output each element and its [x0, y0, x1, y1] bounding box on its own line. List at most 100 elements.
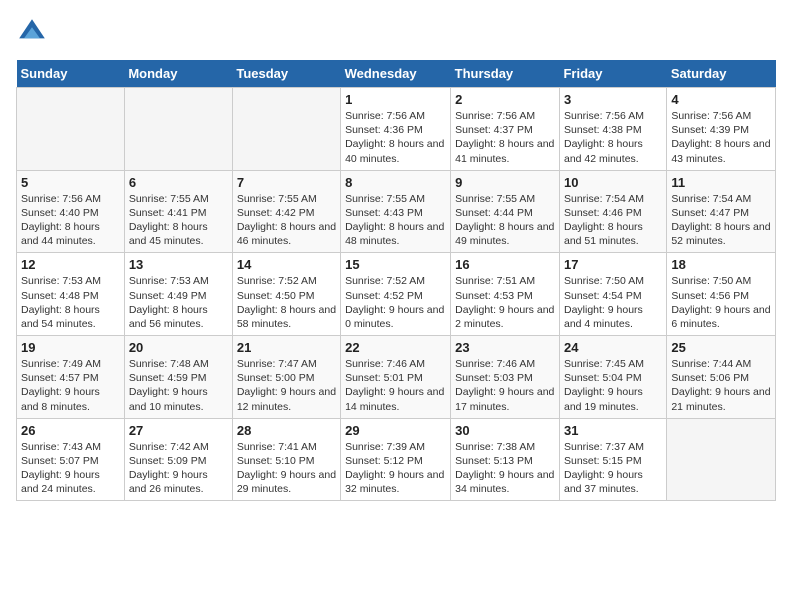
day-detail: Sunrise: 7:39 AMSunset: 5:12 PMDaylight:…: [345, 440, 446, 497]
day-detail: Sunrise: 7:56 AMSunset: 4:36 PMDaylight:…: [345, 109, 446, 166]
calendar-cell: [232, 88, 340, 171]
day-number: 3: [564, 92, 662, 107]
day-number: 10: [564, 175, 662, 190]
day-of-week-header: Monday: [124, 60, 232, 88]
calendar-cell: 31 Sunrise: 7:37 AMSunset: 5:15 PMDayligh…: [559, 418, 666, 501]
calendar-cell: [667, 418, 776, 501]
day-number: 11: [671, 175, 771, 190]
day-of-week-header: Saturday: [667, 60, 776, 88]
day-number: 21: [237, 340, 336, 355]
day-detail: Sunrise: 7:50 AMSunset: 4:54 PMDaylight:…: [564, 274, 662, 331]
calendar-header-row: SundayMondayTuesdayWednesdayThursdayFrid…: [17, 60, 776, 88]
day-detail: Sunrise: 7:56 AMSunset: 4:39 PMDaylight:…: [671, 109, 771, 166]
day-detail: Sunrise: 7:38 AMSunset: 5:13 PMDaylight:…: [455, 440, 555, 497]
page-header: [16, 16, 776, 48]
calendar-cell: 20Sunrise: 7:48 AMSunset: 4:59 PMDayligh…: [124, 336, 232, 419]
logo: [16, 16, 52, 48]
day-detail: Sunrise: 7:53 AMSunset: 4:48 PMDaylight:…: [21, 274, 120, 331]
day-number: 14: [237, 257, 336, 272]
calendar-cell: 26Sunrise: 7:43 AMSunset: 5:07 PMDayligh…: [17, 418, 125, 501]
day-number: 18: [671, 257, 771, 272]
day-number: 29: [345, 423, 446, 438]
calendar-cell: 1 Sunrise: 7:56 AMSunset: 4:36 PMDaylight…: [341, 88, 451, 171]
day-detail: Sunrise: 7:50 AMSunset: 4:56 PMDaylight:…: [671, 274, 771, 331]
day-number: 13: [129, 257, 228, 272]
day-number: 31: [564, 423, 662, 438]
day-of-week-header: Friday: [559, 60, 666, 88]
day-number: 28: [237, 423, 336, 438]
day-detail: Sunrise: 7:47 AMSunset: 5:00 PMDaylight:…: [237, 357, 336, 414]
day-detail: Sunrise: 7:56 AMSunset: 4:38 PMDaylight:…: [564, 109, 662, 166]
day-detail: Sunrise: 7:54 AMSunset: 4:47 PMDaylight:…: [671, 192, 771, 249]
day-detail: Sunrise: 7:55 AMSunset: 4:41 PMDaylight:…: [129, 192, 228, 249]
day-detail: Sunrise: 7:48 AMSunset: 4:59 PMDaylight:…: [129, 357, 228, 414]
day-number: 1: [345, 92, 446, 107]
calendar-cell: 16Sunrise: 7:51 AMSunset: 4:53 PMDayligh…: [451, 253, 560, 336]
calendar-cell: 17 Sunrise: 7:50 AMSunset: 4:54 PMDayligh…: [559, 253, 666, 336]
day-number: 2: [455, 92, 555, 107]
day-number: 4: [671, 92, 771, 107]
calendar-cell: 5Sunrise: 7:56 AMSunset: 4:40 PMDaylight…: [17, 170, 125, 253]
calendar-week-row: 1 Sunrise: 7:56 AMSunset: 4:36 PMDaylight…: [17, 88, 776, 171]
calendar-cell: 6 Sunrise: 7:55 AMSunset: 4:41 PMDaylight…: [124, 170, 232, 253]
day-detail: Sunrise: 7:56 AMSunset: 4:37 PMDaylight:…: [455, 109, 555, 166]
day-number: 6: [129, 175, 228, 190]
day-of-week-header: Tuesday: [232, 60, 340, 88]
day-number: 16: [455, 257, 555, 272]
calendar-week-row: 12Sunrise: 7:53 AMSunset: 4:48 PMDayligh…: [17, 253, 776, 336]
calendar-cell: 3 Sunrise: 7:56 AMSunset: 4:38 PMDaylight…: [559, 88, 666, 171]
day-of-week-header: Sunday: [17, 60, 125, 88]
calendar-cell: 13 Sunrise: 7:53 AMSunset: 4:49 PMDayligh…: [124, 253, 232, 336]
day-number: 24: [564, 340, 662, 355]
day-detail: Sunrise: 7:42 AMSunset: 5:09 PMDaylight:…: [129, 440, 228, 497]
calendar-cell: 7 Sunrise: 7:55 AMSunset: 4:42 PMDaylight…: [232, 170, 340, 253]
day-number: 7: [237, 175, 336, 190]
calendar-cell: 27 Sunrise: 7:42 AMSunset: 5:09 PMDayligh…: [124, 418, 232, 501]
day-number: 25: [671, 340, 771, 355]
day-detail: Sunrise: 7:45 AMSunset: 5:04 PMDaylight:…: [564, 357, 662, 414]
day-detail: Sunrise: 7:46 AMSunset: 5:03 PMDaylight:…: [455, 357, 555, 414]
day-detail: Sunrise: 7:46 AMSunset: 5:01 PMDaylight:…: [345, 357, 446, 414]
day-number: 22: [345, 340, 446, 355]
calendar-cell: 29 Sunrise: 7:39 AMSunset: 5:12 PMDayligh…: [341, 418, 451, 501]
day-detail: Sunrise: 7:52 AMSunset: 4:50 PMDaylight:…: [237, 274, 336, 331]
day-detail: Sunrise: 7:41 AMSunset: 5:10 PMDaylight:…: [237, 440, 336, 497]
day-number: 23: [455, 340, 555, 355]
day-detail: Sunrise: 7:54 AMSunset: 4:46 PMDaylight:…: [564, 192, 662, 249]
calendar-cell: 25 Sunrise: 7:44 AMSunset: 5:06 PMDayligh…: [667, 336, 776, 419]
day-detail: Sunrise: 7:56 AMSunset: 4:40 PMDaylight:…: [21, 192, 120, 249]
day-number: 26: [21, 423, 120, 438]
calendar-cell: 22 Sunrise: 7:46 AMSunset: 5:01 PMDayligh…: [341, 336, 451, 419]
day-number: 8: [345, 175, 446, 190]
calendar-week-row: 19Sunrise: 7:49 AMSunset: 4:57 PMDayligh…: [17, 336, 776, 419]
day-detail: Sunrise: 7:55 AMSunset: 4:42 PMDaylight:…: [237, 192, 336, 249]
day-detail: Sunrise: 7:53 AMSunset: 4:49 PMDaylight:…: [129, 274, 228, 331]
calendar-cell: 12Sunrise: 7:53 AMSunset: 4:48 PMDayligh…: [17, 253, 125, 336]
calendar-cell: 9 Sunrise: 7:55 AMSunset: 4:44 PMDaylight…: [451, 170, 560, 253]
day-number: 27: [129, 423, 228, 438]
day-of-week-header: Thursday: [451, 60, 560, 88]
day-of-week-header: Wednesday: [341, 60, 451, 88]
calendar-cell: 18 Sunrise: 7:50 AMSunset: 4:56 PMDayligh…: [667, 253, 776, 336]
day-detail: Sunrise: 7:55 AMSunset: 4:44 PMDaylight:…: [455, 192, 555, 249]
calendar-cell: 21 Sunrise: 7:47 AMSunset: 5:00 PMDayligh…: [232, 336, 340, 419]
calendar-cell: 8 Sunrise: 7:55 AMSunset: 4:43 PMDaylight…: [341, 170, 451, 253]
calendar-week-row: 26Sunrise: 7:43 AMSunset: 5:07 PMDayligh…: [17, 418, 776, 501]
calendar-cell: 14 Sunrise: 7:52 AMSunset: 4:50 PMDayligh…: [232, 253, 340, 336]
calendar-cell: 4 Sunrise: 7:56 AMSunset: 4:39 PMDaylight…: [667, 88, 776, 171]
day-detail: Sunrise: 7:44 AMSunset: 5:06 PMDaylight:…: [671, 357, 771, 414]
day-detail: Sunrise: 7:37 AMSunset: 5:15 PMDaylight:…: [564, 440, 662, 497]
calendar-cell: 10 Sunrise: 7:54 AMSunset: 4:46 PMDayligh…: [559, 170, 666, 253]
day-detail: Sunrise: 7:55 AMSunset: 4:43 PMDaylight:…: [345, 192, 446, 249]
calendar-table: SundayMondayTuesdayWednesdayThursdayFrid…: [16, 60, 776, 501]
day-number: 30: [455, 423, 555, 438]
calendar-cell: [17, 88, 125, 171]
logo-icon: [16, 16, 48, 48]
day-number: 17: [564, 257, 662, 272]
calendar-cell: 11 Sunrise: 7:54 AMSunset: 4:47 PMDayligh…: [667, 170, 776, 253]
day-number: 9: [455, 175, 555, 190]
calendar-cell: 28 Sunrise: 7:41 AMSunset: 5:10 PMDayligh…: [232, 418, 340, 501]
calendar-cell: 24 Sunrise: 7:45 AMSunset: 5:04 PMDayligh…: [559, 336, 666, 419]
day-number: 19: [21, 340, 120, 355]
day-detail: Sunrise: 7:52 AMSunset: 4:52 PMDaylight:…: [345, 274, 446, 331]
